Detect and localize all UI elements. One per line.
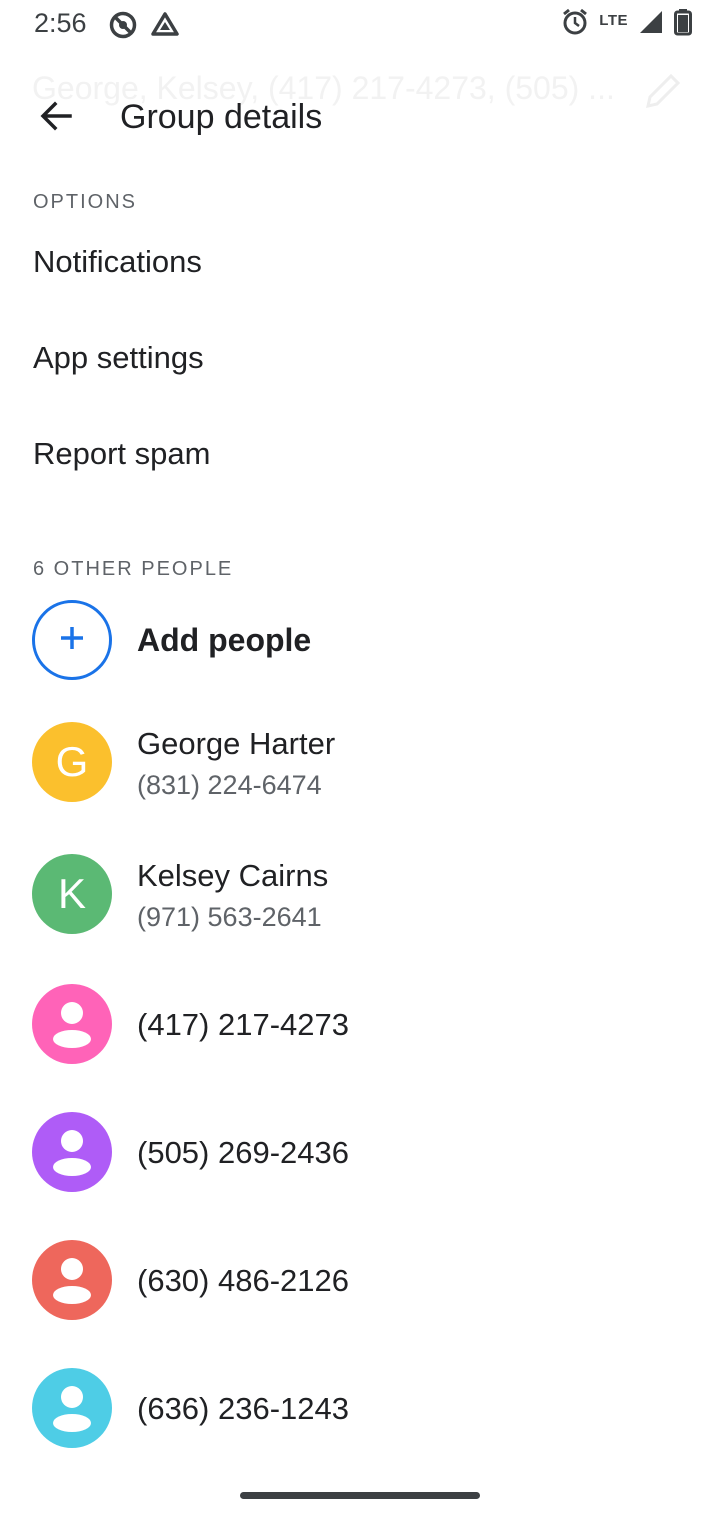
avatar xyxy=(32,1368,112,1448)
option-label: App settings xyxy=(33,340,204,375)
person-icon xyxy=(32,984,112,1064)
back-button[interactable] xyxy=(28,94,84,142)
add-people-button[interactable]: Add people xyxy=(0,592,720,688)
alarm-icon xyxy=(561,8,589,41)
participant-row[interactable]: (636) 236-1243 xyxy=(0,1358,720,1458)
battery-icon xyxy=(674,8,692,41)
gesture-nav-handle[interactable] xyxy=(240,1492,480,1499)
drive-icon xyxy=(150,10,180,45)
do-not-disturb-icon xyxy=(108,10,138,45)
status-bar: 2:56 LTE xyxy=(0,0,720,56)
status-time: 2:56 xyxy=(34,8,87,38)
option-label: Notifications xyxy=(33,244,202,279)
avatar-initial: G xyxy=(55,738,89,785)
avatar-initial: K xyxy=(57,870,86,917)
participant-row[interactable]: (505) 269-2436 xyxy=(0,1102,720,1202)
signal-icon xyxy=(638,9,664,40)
person-icon xyxy=(32,1240,112,1320)
participant-name: (636) 236-1243 xyxy=(137,1391,349,1426)
avatar: K xyxy=(32,854,112,934)
participant-name: Kelsey Cairns xyxy=(137,858,329,893)
person-icon xyxy=(32,1368,112,1448)
options-section-header: OPTIONS xyxy=(33,191,138,213)
avatar xyxy=(32,1240,112,1320)
app-bar: Group details xyxy=(0,80,720,156)
report-spam-option[interactable]: Report spam xyxy=(0,410,720,506)
page-title: Group details xyxy=(120,98,323,136)
notifications-option[interactable]: Notifications xyxy=(0,218,720,314)
add-people-avatar xyxy=(32,600,112,680)
status-right-icons: LTE xyxy=(561,8,692,41)
participant-row[interactable]: (417) 217-4273 xyxy=(0,974,720,1074)
arrow-back-icon xyxy=(38,98,74,139)
participant-phone: (831) 224-6474 xyxy=(137,770,322,800)
avatar: G xyxy=(32,722,112,802)
participant-row[interactable]: K Kelsey Cairns (971) 563-2641 xyxy=(0,842,720,952)
participant-row[interactable]: (630) 486-2126 xyxy=(0,1230,720,1330)
participant-name: (630) 486-2126 xyxy=(137,1263,349,1298)
participant-name: George Harter xyxy=(137,726,336,761)
option-label: Report spam xyxy=(33,436,211,471)
participant-name: (505) 269-2436 xyxy=(137,1135,349,1170)
participant-name: (417) 217-4273 xyxy=(137,1007,349,1042)
participant-row[interactable]: G George Harter (831) 224-6474 xyxy=(0,710,720,820)
avatar xyxy=(32,1112,112,1192)
app-settings-option[interactable]: App settings xyxy=(0,314,720,410)
person-icon xyxy=(32,1112,112,1192)
participant-phone: (971) 563-2641 xyxy=(137,902,322,932)
add-people-label: Add people xyxy=(137,622,312,658)
avatar xyxy=(32,984,112,1064)
status-left-icons xyxy=(108,10,180,45)
network-type: LTE xyxy=(599,12,628,29)
plus-icon xyxy=(57,623,87,658)
people-section-header: 6 OTHER PEOPLE xyxy=(33,558,234,580)
